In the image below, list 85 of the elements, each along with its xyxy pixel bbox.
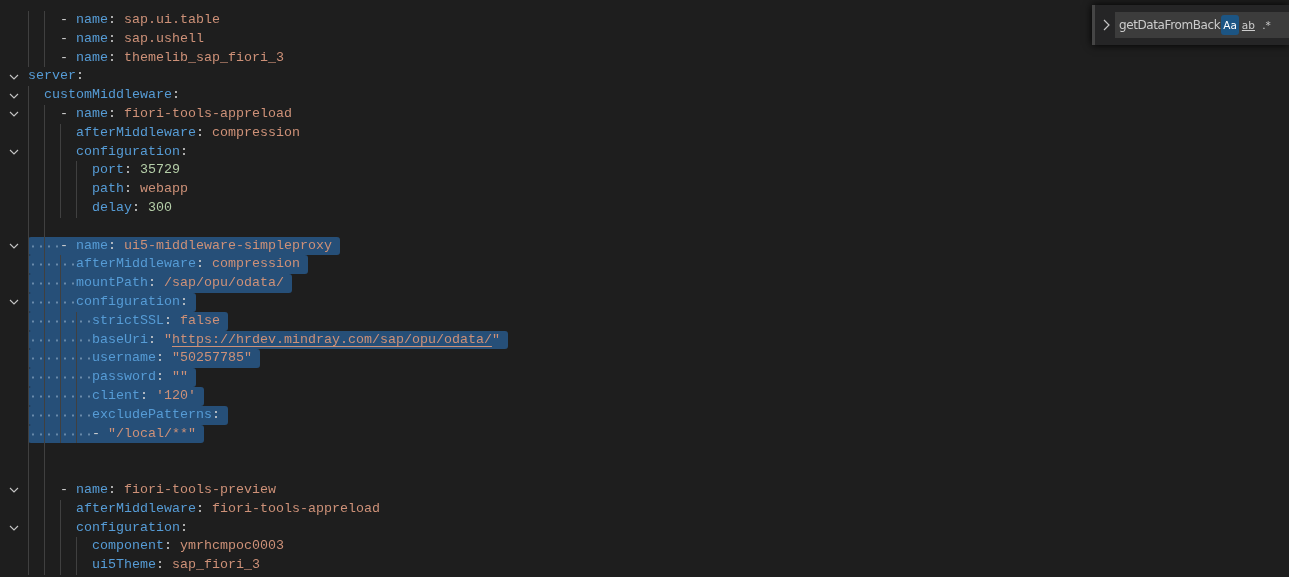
yaml-value: " <box>164 330 172 349</box>
yaml-value: ymrhcmpoc0003 <box>180 537 284 556</box>
yaml-key: name <box>76 48 108 68</box>
punctuation: : <box>156 556 165 575</box>
yaml-value: '120' <box>156 386 196 405</box>
list-dash: - <box>60 105 69 123</box>
punctuation: : <box>108 105 117 123</box>
yaml-key: path <box>92 180 124 199</box>
yaml-value: "" <box>172 368 188 387</box>
yaml-number: 300 <box>148 198 172 217</box>
yaml-key: afterMiddleware <box>76 123 196 143</box>
yaml-key: server <box>28 67 76 87</box>
punctuation: : <box>172 86 180 105</box>
list-dash: - <box>60 29 69 48</box>
punctuation: : <box>124 180 133 199</box>
yaml-value: false <box>180 311 220 330</box>
list-dash: - <box>60 11 69 29</box>
list-dash: - <box>92 424 101 443</box>
yaml-value: webapp <box>140 180 188 199</box>
yaml-key: name <box>76 29 108 49</box>
yaml-key: baseUri <box>92 330 148 350</box>
punctuation: : <box>148 274 157 293</box>
yaml-key: password <box>92 368 156 387</box>
yaml-key: ui5Theme <box>92 556 156 575</box>
yaml-value: fiori-tools-appreload <box>124 105 292 123</box>
punctuation: : <box>164 311 173 330</box>
yaml-key: name <box>76 11 108 30</box>
yaml-key: client <box>92 386 140 406</box>
punctuation: : <box>180 518 188 537</box>
yaml-key: component <box>92 537 164 557</box>
list-dash: - <box>60 480 69 499</box>
yaml-key: username <box>92 349 156 369</box>
list-dash: - <box>60 236 69 255</box>
punctuation: : <box>148 330 157 349</box>
yaml-number: 35729 <box>140 161 180 180</box>
yaml-value: ui5-middleware-simpleproxy <box>124 236 332 255</box>
yaml-key: name <box>76 480 108 500</box>
regex-button[interactable]: .* <box>1257 15 1275 35</box>
yaml-value: " <box>491 330 500 349</box>
yaml-value: themelib_sap_fiori_3 <box>124 48 284 67</box>
yaml-key: excludePatterns <box>92 405 212 425</box>
yaml-value: compression <box>212 255 300 274</box>
punctuation: : <box>108 480 117 499</box>
yaml-key: name <box>76 236 108 256</box>
yaml-key: delay <box>92 198 132 218</box>
yaml-key: port <box>92 161 124 181</box>
yaml-key: configuration <box>76 292 180 312</box>
yaml-value: "/local/**" <box>108 424 196 443</box>
yaml-key: afterMiddleware <box>76 499 196 519</box>
punctuation: : <box>196 123 205 142</box>
yaml-key: mountPath <box>76 274 148 293</box>
punctuation: : <box>156 368 165 387</box>
list-dash: - <box>60 48 69 67</box>
punctuation: : <box>180 142 188 161</box>
yaml-key: name <box>76 105 108 124</box>
punctuation: : <box>196 255 205 274</box>
punctuation: : <box>156 349 165 368</box>
yaml-value: compression <box>212 123 300 142</box>
yaml-key: afterMiddleware <box>76 255 196 275</box>
punctuation: : <box>212 405 220 424</box>
punctuation: : <box>140 386 149 405</box>
yaml-value: /sap/opu/odata/ <box>164 274 284 293</box>
whole-word-button[interactable]: ab <box>1239 15 1257 35</box>
yaml-key: strictSSL <box>92 311 164 331</box>
yaml-value: sap.ui.table <box>124 11 220 29</box>
punctuation: : <box>164 537 173 556</box>
punctuation: : <box>196 499 205 518</box>
yaml-value: fiori-tools-preview <box>124 480 276 499</box>
punctuation: : <box>124 161 133 180</box>
yaml-value: fiori-tools-appreload <box>212 499 380 518</box>
punctuation: : <box>108 11 117 29</box>
punctuation: : <box>180 292 188 311</box>
punctuation: : <box>108 236 117 255</box>
yaml-key: configuration <box>76 142 180 162</box>
yaml-value: sap.ushell <box>124 29 204 48</box>
punctuation: : <box>108 29 117 48</box>
yaml-value: sap_fiori_3 <box>172 556 260 575</box>
yaml-key: customMiddleware <box>44 86 172 105</box>
yaml-value: "50257785" <box>172 349 252 368</box>
yaml-key: configuration <box>76 518 180 538</box>
match-case-button[interactable]: Aa <box>1221 15 1239 35</box>
punctuation: : <box>108 48 117 67</box>
punctuation: : <box>76 67 84 86</box>
punctuation: : <box>132 198 141 217</box>
find-field[interactable]: getDataFromBack Aa ab .* <box>1115 12 1289 38</box>
